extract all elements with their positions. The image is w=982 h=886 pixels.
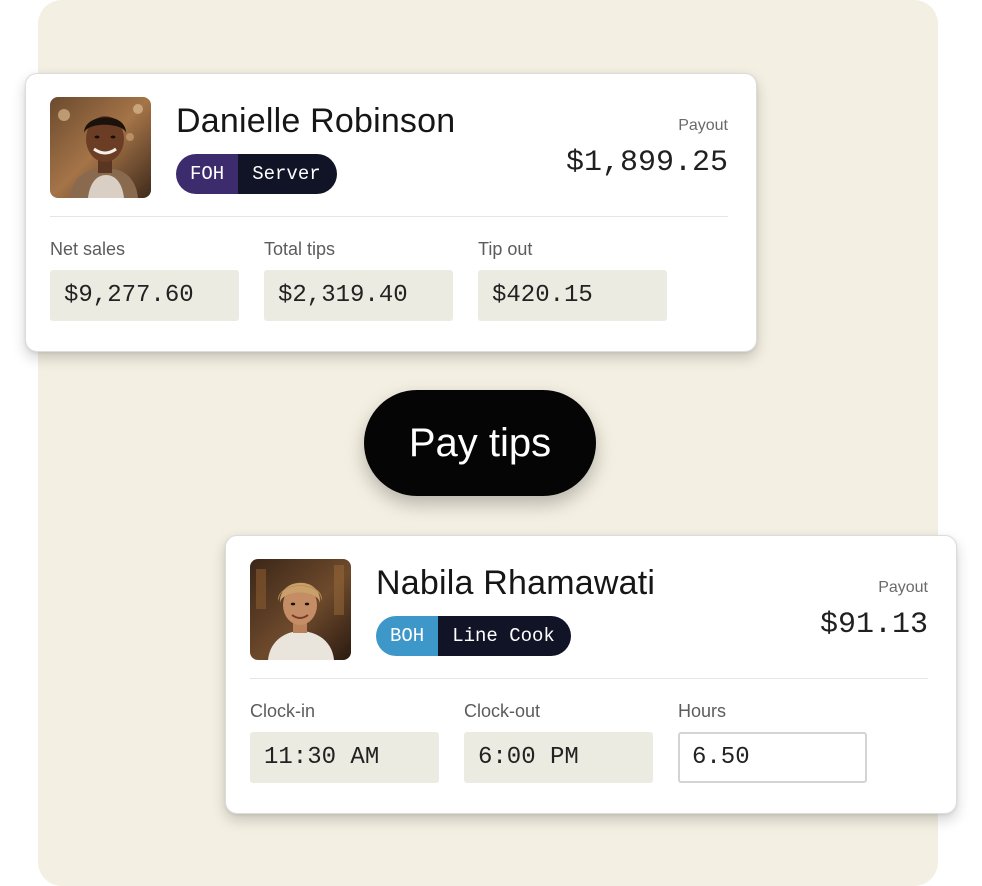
job-title-badge: Server — [238, 154, 337, 194]
total-tips-label: Total tips — [264, 239, 336, 259]
avatar — [50, 97, 151, 198]
employee-card-nabila: Nabila Rhamawati BOH Line Cook Payout $9… — [225, 535, 957, 814]
avatar — [250, 559, 351, 660]
payout-amount: $91.13 — [819, 608, 928, 642]
payout-label: Payout — [678, 117, 728, 134]
employee-name: Danielle Robinson — [176, 102, 456, 140]
clock-in-label: Clock-in — [250, 701, 316, 721]
pay-tips-button[interactable]: Pay tips — [364, 390, 596, 496]
total-tips-value: $2,319.40 — [264, 270, 453, 321]
department-badge: BOH — [376, 616, 439, 656]
net-sales-label: Net sales — [50, 239, 126, 259]
net-sales-value: $9,277.60 — [50, 270, 239, 321]
tip-out-label: Tip out — [478, 239, 533, 259]
tip-out-value: $420.15 — [478, 270, 667, 321]
clock-out-label: Clock-out — [464, 701, 541, 721]
card-divider — [50, 216, 728, 217]
role-badge: FOH Server — [176, 154, 337, 194]
employee-card-danielle: Danielle Robinson FOH Server Payout $1,8… — [25, 73, 757, 352]
card-divider — [250, 678, 928, 679]
clock-in-value: 11:30 AM — [250, 732, 439, 783]
tip-payout-illustration: Danielle Robinson FOH Server Payout $1,8… — [0, 0, 982, 886]
hours-input[interactable]: 6.50 — [678, 732, 867, 783]
avatar-photo-nabila — [250, 559, 351, 660]
job-title-badge: Line Cook — [438, 616, 571, 656]
hours-label: Hours — [678, 701, 727, 721]
payout-label: Payout — [878, 579, 928, 596]
department-badge: FOH — [176, 154, 239, 194]
payout-amount: $1,899.25 — [565, 146, 728, 180]
avatar-photo-danielle — [50, 97, 151, 198]
role-badge: BOH Line Cook — [376, 616, 571, 656]
employee-name: Nabila Rhamawati — [376, 564, 656, 602]
clock-out-value: 6:00 PM — [464, 732, 653, 783]
